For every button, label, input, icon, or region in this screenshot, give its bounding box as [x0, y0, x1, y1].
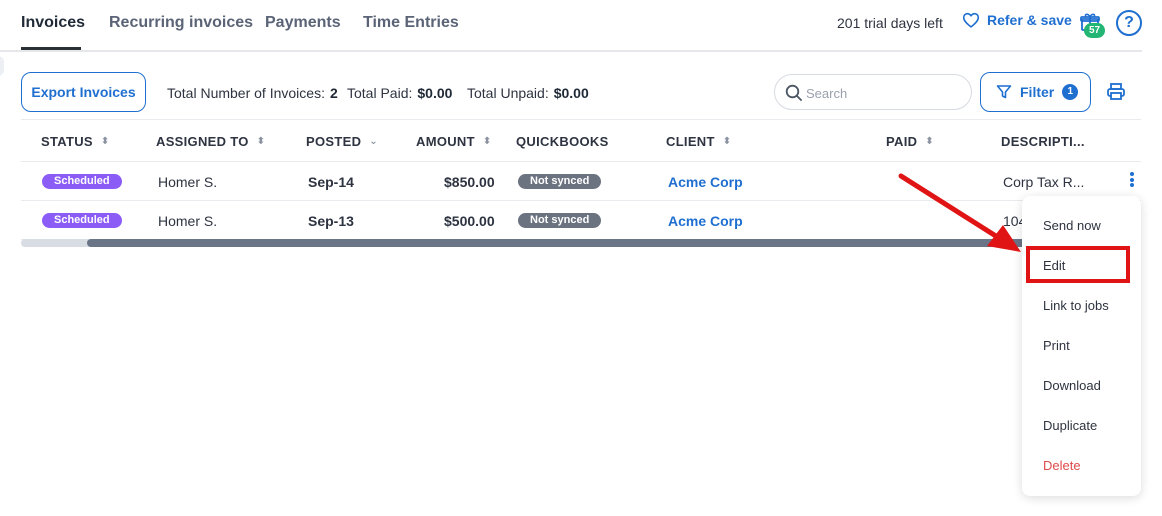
column-header-quickbooks[interactable]: QUICKBOOKS: [516, 134, 609, 149]
row-actions-kebab-icon[interactable]: [1126, 171, 1138, 191]
status-badge: Scheduled: [42, 174, 122, 189]
total-unpaid-label: Total Unpaid:: [467, 85, 549, 101]
filter-button[interactable]: Filter 1: [980, 72, 1091, 112]
posted-cell: Sep-14: [308, 174, 354, 190]
search-input[interactable]: [806, 83, 956, 103]
total-paid-label: Total Paid:: [347, 85, 413, 101]
menu-item-download[interactable]: Download: [1043, 378, 1101, 393]
column-header-amount[interactable]: AMOUNT ⬍: [416, 134, 492, 149]
column-label: QUICKBOOKS: [516, 134, 609, 149]
assigned-to-cell: Homer S.: [158, 213, 218, 229]
refer-label: Refer & save: [987, 12, 1072, 28]
column-label: POSTED: [306, 134, 362, 149]
total-unpaid-value: $0.00: [553, 85, 589, 101]
total-invoices-summary: Total Number of Invoices: 2: [167, 85, 338, 101]
column-header-paid[interactable]: PAID ⬍: [886, 134, 934, 149]
column-header-description[interactable]: DESCRIPTI...: [1001, 134, 1085, 149]
row-actions-menu: Send now Edit Link to jobs Print Downloa…: [1022, 196, 1141, 496]
column-label: DESCRIPTI...: [1001, 134, 1085, 149]
client-link[interactable]: Acme Corp: [668, 174, 743, 190]
sort-icon: ⬍: [482, 135, 492, 147]
column-label: AMOUNT: [416, 134, 475, 149]
gift-count-badge: 57: [1084, 23, 1105, 38]
annotation-highlight-box: [1026, 246, 1130, 283]
help-icon[interactable]: ?: [1116, 10, 1142, 36]
filter-icon: [996, 85, 1012, 99]
tab-payments[interactable]: Payments: [265, 14, 341, 32]
search-box: [774, 74, 972, 110]
menu-item-duplicate[interactable]: Duplicate: [1043, 418, 1097, 433]
sort-icon: ⬍: [925, 135, 934, 147]
active-tab-indicator: [21, 47, 81, 50]
column-header-assigned-to[interactable]: ASSIGNED TO ⬍: [156, 134, 265, 149]
trial-days-text: 201 trial days left: [837, 15, 943, 31]
amount-cell: $850.00: [444, 174, 495, 190]
menu-item-send-now[interactable]: Send now: [1043, 218, 1101, 233]
table-header: STATUS ⬍ ASSIGNED TO ⬍ POSTED ⌄ AMOUNT ⬍ QUI…: [21, 119, 1141, 162]
sort-desc-icon: ⌄: [369, 135, 378, 147]
posted-cell: Sep-13: [308, 213, 354, 229]
menu-item-delete[interactable]: Delete: [1043, 458, 1081, 473]
total-invoices-value: 2: [329, 85, 338, 101]
column-label: PAID: [886, 134, 918, 149]
refer-and-save-link[interactable]: Refer & save: [962, 12, 1072, 28]
quickbooks-badge: Not synced: [518, 213, 602, 228]
sidebar-toggle-edge[interactable]: [0, 56, 4, 76]
tab-invoices[interactable]: Invoices: [21, 14, 85, 32]
column-header-status[interactable]: STATUS ⬍: [41, 134, 110, 149]
column-label: ASSIGNED TO: [156, 134, 249, 149]
sort-icon: ⬍: [100, 135, 110, 147]
tab-recurring-invoices[interactable]: Recurring invoices: [109, 14, 253, 32]
total-paid-summary: Total Paid: $0.00: [347, 85, 452, 101]
tab-time-entries[interactable]: Time Entries: [363, 14, 459, 32]
search-icon: [785, 84, 802, 101]
filter-count-badge: 1: [1062, 84, 1079, 100]
export-invoices-button[interactable]: Export Invoices: [21, 72, 146, 112]
total-invoices-label: Total Number of Invoices:: [167, 85, 325, 101]
filter-label: Filter: [1020, 84, 1055, 100]
heart-icon: [962, 12, 980, 28]
column-label: STATUS: [41, 134, 93, 149]
total-unpaid-summary: Total Unpaid: $0.00: [467, 85, 589, 101]
assigned-to-cell: Homer S.: [158, 174, 218, 190]
client-link[interactable]: Acme Corp: [668, 213, 743, 229]
column-header-posted[interactable]: POSTED ⌄: [306, 134, 378, 149]
gift-button[interactable]: 57: [1078, 12, 1106, 40]
quickbooks-badge: Not synced: [518, 174, 602, 189]
column-label: CLIENT: [666, 134, 715, 149]
annotation-arrow-icon: [898, 173, 1021, 252]
status-badge: Scheduled: [42, 213, 122, 228]
menu-item-link-to-jobs[interactable]: Link to jobs: [1043, 298, 1109, 313]
amount-cell: $500.00: [444, 213, 495, 229]
column-header-client[interactable]: CLIENT ⬍: [666, 134, 731, 149]
sort-icon: ⬍: [722, 135, 732, 147]
sort-icon: ⬍: [256, 135, 266, 147]
total-paid-value: $0.00: [417, 85, 453, 101]
scrollbar-thumb[interactable]: [87, 239, 1031, 247]
print-icon[interactable]: [1106, 82, 1126, 102]
horizontal-scrollbar[interactable]: [21, 239, 1031, 247]
menu-item-print[interactable]: Print: [1043, 338, 1070, 353]
